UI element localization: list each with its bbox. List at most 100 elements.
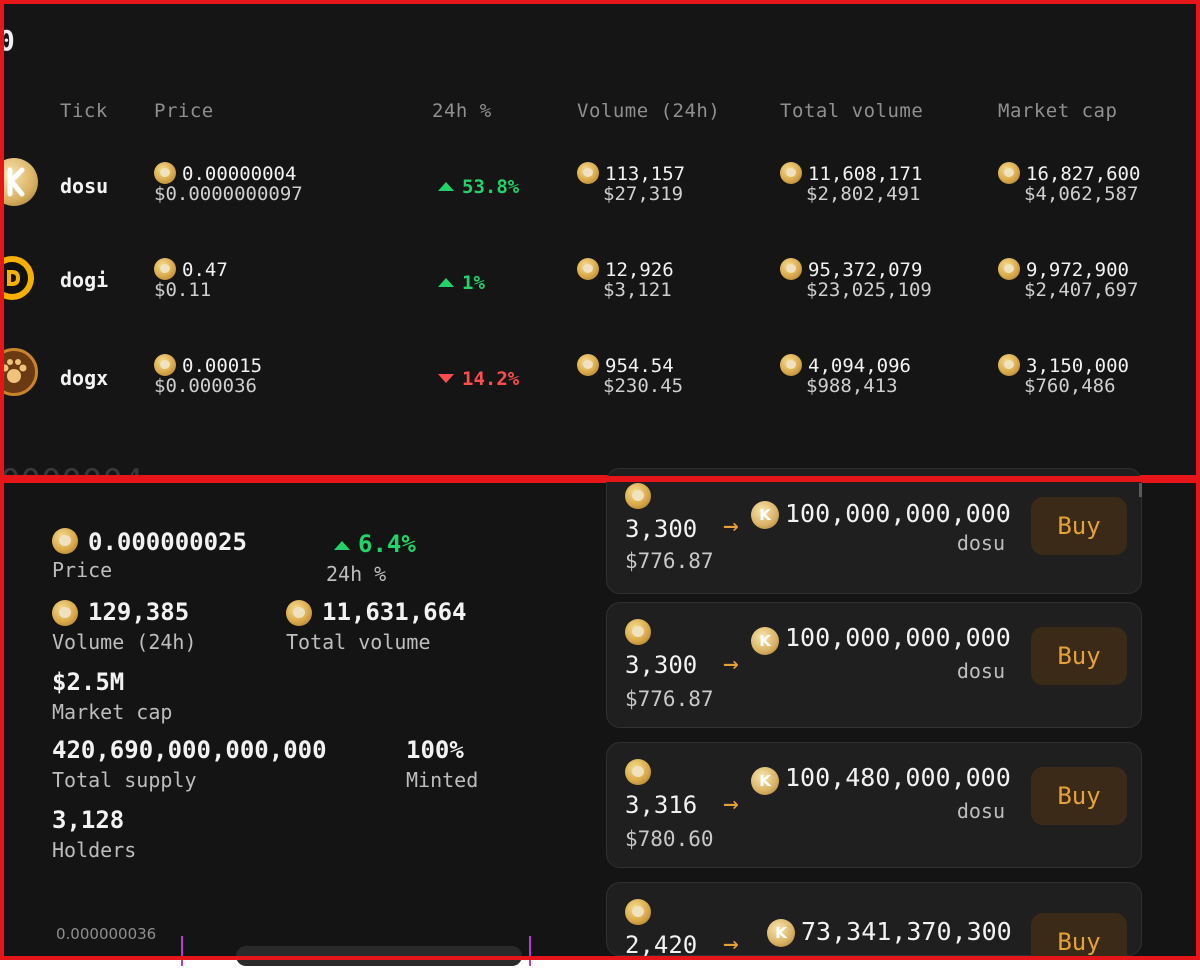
table-row[interactable]: dosu 0.00000004 $0.0000000097 53.8% 113,… <box>4 146 1196 226</box>
order-amount: 2,420 <box>625 931 698 959</box>
order-unit: dosu <box>956 531 1005 555</box>
doge-coin-icon <box>577 258 599 280</box>
chart-line <box>181 936 183 966</box>
total-supply-value: 420,690,000,000,000 <box>52 736 327 764</box>
volume-value: 129,385 <box>88 598 190 626</box>
market-cap-label: Market cap <box>52 700 173 724</box>
triangle-down-icon <box>438 374 454 383</box>
order-card[interactable]: 3,300 $776.87 → K 100,000,000,000 dosu B… <box>606 602 1142 728</box>
doge-coin-icon <box>780 354 802 376</box>
total-volume-value: 4,094,096 <box>808 355 911 377</box>
scrollbar[interactable] <box>1139 483 1142 497</box>
market-cap-value: 16,827,600 <box>1026 163 1141 185</box>
doge-coin-icon <box>154 354 176 376</box>
table-row[interactable]: dogi 0.47 $0.11 1% 12,926 $3,121 95,372,… <box>4 242 1196 322</box>
market-cap-value: 3,150,000 <box>1026 355 1129 377</box>
change-up: 53.8% <box>438 176 519 198</box>
buy-button[interactable]: Buy <box>1031 497 1127 555</box>
k-coin-icon: K <box>751 767 779 795</box>
total-volume-usd: $23,025,109 <box>806 279 932 301</box>
change-down: 14.2% <box>438 368 519 390</box>
price-usd: $0.000036 <box>154 375 257 397</box>
order-usd: $780.60 <box>625 827 714 851</box>
doge-coin-icon <box>286 600 312 626</box>
doge-coin-icon <box>625 759 651 785</box>
market-cap-value: 9,972,900 <box>1026 259 1129 281</box>
doge-coin-icon <box>154 258 176 280</box>
doge-coin-icon <box>998 354 1020 376</box>
column-header-volume[interactable]: Volume (24h) <box>577 100 720 122</box>
order-unit: dosu <box>956 799 1005 823</box>
column-header-change[interactable]: 24h % <box>432 100 492 122</box>
total-volume-value: 11,631,664 <box>322 598 467 626</box>
column-header-total-volume[interactable]: Total volume <box>780 100 923 122</box>
column-header-tick[interactable]: Tick <box>60 100 108 122</box>
doge-coin-icon <box>625 899 651 925</box>
change-value: 6.4% <box>334 530 416 558</box>
change-up: 1% <box>438 272 485 294</box>
holders-value: 3,128 <box>52 806 125 834</box>
cut-off-price-text: 0000004 <box>4 462 143 475</box>
total-volume-usd: $988,413 <box>806 375 898 397</box>
volume-value: 954.54 <box>605 355 674 377</box>
doge-coin-icon <box>577 162 599 184</box>
k-coin-icon: K <box>751 627 779 655</box>
doge-coin-icon <box>625 483 651 509</box>
total-volume-value: 95,372,079 <box>808 259 923 281</box>
buy-button[interactable]: Buy <box>1031 913 1127 957</box>
order-card[interactable]: 2,420 → K 73,341,370,300 Buy <box>606 882 1142 959</box>
tick-label[interactable]: dogi <box>60 268 108 292</box>
order-quantity: 100,000,000,000 <box>785 623 1011 652</box>
doge-coin-icon <box>998 258 1020 280</box>
chart-axis-label: 0.000000036 <box>56 925 157 943</box>
triangle-up-icon <box>334 541 350 550</box>
total-volume-label: Total volume <box>286 630 431 654</box>
doge-coin-icon <box>52 528 78 554</box>
volume-usd: $230.45 <box>603 375 684 397</box>
order-amount: 3,316 <box>625 791 698 819</box>
k-coin-icon <box>4 158 38 206</box>
price-usd: $0.0000000097 <box>154 183 303 205</box>
price-value: 0.00015 <box>182 355 263 377</box>
doge-coin-icon <box>577 354 599 376</box>
doge-coin-icon <box>780 162 802 184</box>
arrow-right-icon: → <box>723 789 739 819</box>
order-usd: $776.87 <box>625 549 714 573</box>
k-coin-icon: K <box>767 919 795 947</box>
volume-value: 113,157 <box>605 163 686 185</box>
volume-usd: $27,319 <box>603 183 684 205</box>
d-coin-icon <box>4 256 34 300</box>
column-header-market-cap[interactable]: Market cap <box>998 100 1117 122</box>
total-volume-value: 11,608,171 <box>808 163 923 185</box>
market-cap-usd: $760,486 <box>1024 375 1116 397</box>
tick-label[interactable]: dogx <box>60 366 108 390</box>
order-unit: dosu <box>956 659 1005 683</box>
tick-label[interactable]: dosu <box>60 174 108 198</box>
price-usd: $0.11 <box>154 279 212 301</box>
volume-value: 12,926 <box>605 259 674 281</box>
order-card[interactable]: 3,316 $780.60 → K 100,480,000,000 dosu B… <box>606 742 1142 868</box>
volume-label: Volume (24h) <box>52 630 197 654</box>
price-value: 0.000000025 <box>88 528 247 556</box>
order-amount: 3,300 <box>625 515 698 543</box>
market-cap-value: $2.5M <box>52 668 125 696</box>
volume-usd: $3,121 <box>603 279 672 301</box>
minted-value: 100% <box>406 736 464 764</box>
arrow-right-icon: → <box>723 511 739 541</box>
column-header-price[interactable]: Price <box>154 100 214 122</box>
chart-range-selector[interactable] <box>236 946 522 966</box>
order-usd: $776.87 <box>625 687 714 711</box>
order-amount: 3,300 <box>625 651 698 679</box>
market-cap-usd: $2,407,697 <box>1024 279 1139 301</box>
order-card[interactable]: 3,300 $776.87 → K 100,000,000,000 dosu B… <box>606 468 1142 594</box>
paw-coin-icon <box>4 348 38 396</box>
buy-button[interactable]: Buy <box>1031 767 1127 825</box>
price-value: 0.00000004 <box>182 163 297 185</box>
triangle-up-icon <box>438 278 454 287</box>
buy-button[interactable]: Buy <box>1031 627 1127 685</box>
token-list-panel: 0 Tick Price 24h % Volume (24h) Total vo… <box>0 0 1200 479</box>
minted-label: Minted <box>406 768 479 792</box>
doge-coin-icon <box>625 619 651 645</box>
market-cap-usd: $4,062,587 <box>1024 183 1139 205</box>
table-row[interactable]: dogx 0.00015 $0.000036 14.2% 954.54 $230… <box>4 338 1196 418</box>
